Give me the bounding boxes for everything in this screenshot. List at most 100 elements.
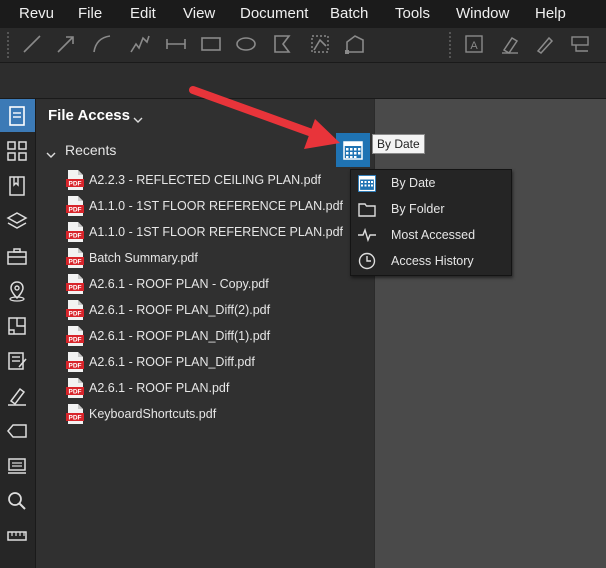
search-icon[interactable] (5, 489, 29, 513)
layers-icon[interactable] (5, 209, 29, 233)
recent-file-item[interactable]: PDF Batch Summary.pdf (66, 247, 198, 269)
toolchest-icon[interactable] (5, 244, 29, 268)
tags-icon[interactable] (5, 419, 29, 443)
pdf-file-icon: PDF (66, 170, 84, 190)
pulse-icon (357, 225, 377, 245)
recent-file-name: A2.6.1 - ROOF PLAN_Diff.pdf (89, 355, 255, 369)
area-icon[interactable] (308, 32, 332, 56)
recent-file-name: A2.2.3 - REFLECTED CEILING PLAN.pdf (89, 173, 322, 187)
pdf-file-icon: PDF (66, 300, 84, 320)
markups-list-icon[interactable] (5, 349, 29, 373)
ellipse-icon[interactable] (234, 32, 258, 56)
sort-dropdown-menu: By Date By Folder Most Accessed Access H… (350, 169, 512, 276)
menu-help[interactable]: Help (535, 5, 566, 22)
bookmarks-icon[interactable] (5, 174, 29, 198)
sort-option-label: Access History (391, 254, 474, 268)
pdf-badge: PDF (69, 259, 82, 266)
pdf-file-icon: PDF (66, 196, 84, 216)
calendar-icon (357, 173, 377, 193)
sort-option-by-date[interactable]: By Date (351, 170, 511, 196)
perimeter-icon[interactable] (343, 32, 367, 56)
signatures-icon[interactable] (5, 384, 29, 408)
recent-file-name: A2.6.1 - ROOF PLAN_Diff(2).pdf (89, 303, 271, 317)
pdf-badge: PDF (69, 337, 82, 344)
sort-option-most-accessed[interactable]: Most Accessed (351, 222, 511, 248)
pdf-file-icon: PDF (66, 378, 84, 398)
menu-edit[interactable]: Edit (130, 5, 156, 22)
polyline-icon[interactable] (128, 32, 152, 56)
menu-view[interactable]: View (183, 5, 215, 22)
pdf-file-icon: PDF (66, 248, 84, 268)
sort-by-date-button[interactable] (336, 133, 370, 167)
polygon-icon[interactable] (270, 32, 294, 56)
recent-file-item[interactable]: PDF A2.2.3 - REFLECTED CEILING PLAN.pdf (66, 169, 321, 191)
recent-file-name: Batch Summary.pdf (89, 251, 198, 265)
recents-collapse-icon[interactable] (46, 146, 56, 164)
panel-tab-rail (0, 99, 36, 568)
recent-file-name: A2.6.1 - ROOF PLAN_Diff(1).pdf (89, 329, 271, 343)
pdf-badge: PDF (69, 389, 82, 396)
menu-file[interactable]: File (78, 5, 102, 22)
sort-option-by-folder[interactable]: By Folder (351, 196, 511, 222)
recent-file-item[interactable]: PDF A2.6.1 - ROOF PLAN_Diff(2).pdf (66, 299, 270, 321)
line-icon[interactable] (20, 32, 44, 56)
folder-icon (357, 199, 377, 219)
menu-document[interactable]: Document (240, 5, 308, 22)
arrow-icon[interactable] (54, 32, 78, 56)
pdf-badge: PDF (69, 207, 82, 214)
dimension-icon[interactable] (164, 32, 188, 56)
rectangle-icon[interactable] (199, 32, 223, 56)
recent-file-item[interactable]: PDF A2.6.1 - ROOF PLAN.pdf (66, 377, 229, 399)
menu-window[interactable]: Window (456, 5, 509, 22)
pdf-file-icon: PDF (66, 326, 84, 346)
properties-bar (0, 63, 606, 99)
measurements-icon[interactable] (5, 524, 29, 548)
callout-icon[interactable] (568, 32, 592, 56)
svg-text:A: A (470, 40, 478, 52)
calendar-icon (343, 141, 363, 160)
text-box-icon[interactable]: A (462, 32, 486, 56)
pdf-file-icon: PDF (66, 222, 84, 242)
pdf-badge: PDF (69, 415, 82, 422)
pen-icon[interactable] (533, 32, 557, 56)
pdf-badge: PDF (69, 311, 82, 318)
sort-option-label: Most Accessed (391, 228, 476, 242)
sort-option-access-history[interactable]: Access History (351, 248, 511, 274)
thumbnails-icon[interactable] (5, 139, 29, 163)
sort-option-label: By Date (391, 176, 436, 190)
file-access-icon[interactable] (5, 104, 29, 128)
recent-file-name: KeyboardShortcuts.pdf (89, 407, 217, 421)
menu-batch[interactable]: Batch (330, 5, 368, 22)
toolbar-separator (7, 32, 10, 58)
toolbar-separator (449, 32, 452, 58)
recent-file-item[interactable]: PDF KeyboardShortcuts.pdf (66, 403, 216, 425)
pdf-badge: PDF (69, 285, 82, 292)
pdf-file-icon: PDF (66, 404, 84, 424)
spaces-icon[interactable] (5, 314, 29, 338)
menu-revu[interactable]: Revu (19, 5, 54, 22)
pdf-badge: PDF (69, 363, 82, 370)
recents-header[interactable]: Recents (65, 142, 116, 158)
panel-title[interactable]: File Access (48, 107, 130, 124)
pdf-badge: PDF (69, 181, 82, 188)
pdf-badge: PDF (69, 233, 82, 240)
recent-file-item[interactable]: PDF A1.1.0 - 1ST FLOOR REFERENCE PLAN.pdf (66, 221, 343, 243)
clock-icon (357, 251, 377, 271)
recent-file-item[interactable]: PDF A2.6.1 - ROOF PLAN_Diff(1).pdf (66, 325, 270, 347)
chevron-down-icon[interactable] (133, 111, 143, 129)
studio-icon[interactable] (5, 454, 29, 478)
sort-option-label: By Folder (391, 202, 445, 216)
highlight-icon[interactable] (498, 32, 522, 56)
menu-bar: Revu File Edit View Document Batch Tools… (0, 0, 606, 28)
recent-file-name: A2.6.1 - ROOF PLAN - Copy.pdf (89, 277, 269, 291)
pdf-file-icon: PDF (66, 274, 84, 294)
recent-file-item[interactable]: PDF A2.6.1 - ROOF PLAN - Copy.pdf (66, 273, 269, 295)
recent-file-name: A1.1.0 - 1ST FLOOR REFERENCE PLAN.pdf (89, 225, 344, 239)
arc-icon[interactable] (90, 32, 114, 56)
places-icon[interactable] (5, 279, 29, 303)
recent-file-item[interactable]: PDF A2.6.1 - ROOF PLAN_Diff.pdf (66, 351, 255, 373)
menu-tools[interactable]: Tools (395, 5, 430, 22)
recent-file-name: A2.6.1 - ROOF PLAN.pdf (89, 381, 230, 395)
recent-file-name: A1.1.0 - 1ST FLOOR REFERENCE PLAN.pdf (89, 199, 344, 213)
recent-file-item[interactable]: PDF A1.1.0 - 1ST FLOOR REFERENCE PLAN.pdf (66, 195, 343, 217)
